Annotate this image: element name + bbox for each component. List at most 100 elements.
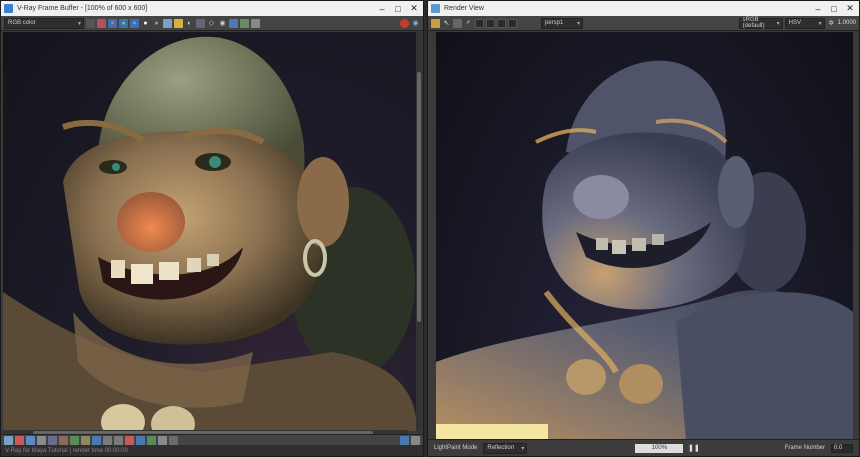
necklace-skull-shape: [619, 364, 663, 404]
ogre-render-lightpaint: [436, 60, 853, 441]
chevron-down-icon: ▾: [77, 20, 81, 27]
rv-titlebar: Render View – □ ✕: [428, 1, 859, 16]
exposure-gear-icon[interactable]: ✲: [827, 19, 836, 28]
vfb-render-image: [3, 32, 417, 431]
hue-saturation-icon[interactable]: [147, 435, 156, 445]
keep-image-icon[interactable]: [486, 18, 495, 28]
frame-number-label: Frame Number: [784, 445, 825, 451]
chevron-down-icon: ▾: [521, 445, 525, 452]
color-picker-icon[interactable]: [97, 18, 106, 28]
necklace-skull-shape: [566, 359, 606, 395]
face-shape: [542, 132, 746, 310]
white-circle-icon[interactable]: ●: [141, 19, 150, 28]
render-settings-icon[interactable]: [229, 18, 238, 28]
settings-icon[interactable]: [400, 435, 409, 445]
compare-icon[interactable]: [48, 435, 57, 445]
chevron-down-icon: ▾: [776, 20, 780, 27]
minimize-button[interactable]: –: [811, 2, 825, 15]
select-arrow-icon[interactable]: ↖: [442, 19, 451, 28]
track-mouse-icon[interactable]: [251, 18, 260, 28]
lens-effects-icon[interactable]: [240, 18, 249, 28]
ear-shape: [718, 156, 754, 228]
srgb-icon[interactable]: [103, 435, 112, 445]
tooth-shape: [187, 258, 201, 272]
lightpaint-select[interactable]: Reflection ▾: [483, 442, 528, 454]
camera-select-value: persp1: [545, 20, 564, 26]
magnify-icon[interactable]: ⌕: [464, 19, 473, 28]
ocio-icon[interactable]: [114, 435, 123, 445]
vfb-bottom-toolbar: [1, 434, 423, 445]
render-view-window: Render View – □ ✕ ↖ ⌕ persp1 ▾ sRGB (def…: [427, 0, 860, 457]
status-text: V-Ray for Maya Tutorial | render time 00…: [5, 447, 128, 454]
minimize-button[interactable]: –: [375, 2, 389, 15]
ab-compare-icon[interactable]: [92, 435, 101, 445]
close-button[interactable]: ✕: [843, 2, 857, 15]
green-channel-icon[interactable]: ●: [119, 18, 128, 28]
channel-select-value: RGB color: [8, 20, 36, 26]
region-render-icon[interactable]: ◇: [207, 19, 216, 28]
save-icon[interactable]: [163, 18, 172, 28]
lut-icon[interactable]: [15, 435, 24, 445]
vray-frame-buffer-window: V-Ray Frame Buffer - [100% of 600 x 600]…: [0, 0, 424, 457]
info-icon[interactable]: [411, 435, 420, 445]
scrollbar-thumb[interactable]: [417, 72, 421, 322]
curves-icon[interactable]: [81, 435, 90, 445]
vertical-scrollbar[interactable]: [416, 32, 422, 431]
pixel-info-icon[interactable]: [26, 435, 35, 445]
stamp-icon[interactable]: [169, 435, 178, 445]
background-image-icon[interactable]: [158, 435, 167, 445]
nose-shape: [117, 192, 185, 252]
maximize-button[interactable]: □: [827, 2, 841, 15]
maya-app-icon: [431, 4, 440, 13]
shoulder-pad-shape: [676, 292, 853, 441]
exposure-icon[interactable]: [59, 435, 68, 445]
blue-channel-icon[interactable]: ●: [130, 18, 139, 28]
mode-select[interactable]: HSV ▾: [784, 17, 825, 29]
right-iris-shape: [209, 156, 221, 168]
ogre-render-color: [3, 36, 417, 431]
rv-render-image: [436, 32, 853, 441]
history-icon[interactable]: [196, 18, 205, 28]
rv-bottom-bar: LightPaint Mode Reflection ▾ 100% ❚❚ Fra…: [428, 439, 859, 456]
white-balance-icon[interactable]: [136, 435, 145, 445]
pause-icon[interactable]: ❚❚: [688, 444, 700, 453]
render-teapot-icon[interactable]: ◉: [411, 19, 420, 28]
vfb-statusbar: V-Ray for Maya Tutorial | render time 00…: [1, 445, 423, 456]
zoom-icon[interactable]: [37, 435, 46, 445]
tooth-shape: [159, 262, 179, 280]
render-progress-bar: 100%: [635, 443, 684, 453]
red-channel-icon[interactable]: ●: [108, 18, 117, 28]
paint-brush-icon[interactable]: [431, 18, 440, 28]
color-correction-icon[interactable]: [125, 435, 134, 445]
camera-select[interactable]: persp1 ▾: [541, 17, 583, 29]
colorspace-select[interactable]: sRGB (default) ▾: [738, 17, 783, 29]
vfb-toolbar: RGB color ▾ ● ● ● ● ● ◐ ◇ ◉ ◉: [1, 16, 423, 31]
close-button[interactable]: ✕: [407, 2, 421, 15]
display-rgb-icon[interactable]: [508, 18, 517, 28]
remove-image-icon[interactable]: [497, 18, 506, 28]
lightpaint-select-value: Reflection: [487, 445, 515, 451]
open-folder-icon[interactable]: [174, 18, 183, 28]
save-image-icon[interactable]: [86, 18, 95, 28]
tooth-shape: [612, 240, 626, 254]
visibility-eye-icon[interactable]: ◉: [218, 19, 227, 28]
chevron-down-icon: ▾: [576, 20, 580, 27]
levels-icon[interactable]: [70, 435, 79, 445]
histogram-icon[interactable]: [4, 435, 13, 445]
frame-number-input[interactable]: 0.0: [831, 443, 853, 453]
tooth-shape: [632, 238, 646, 251]
channel-select[interactable]: RGB color ▾: [4, 17, 84, 29]
exposure-value[interactable]: 1.0000: [838, 20, 856, 26]
stop-render-icon[interactable]: [400, 18, 409, 28]
tooth-shape: [131, 264, 153, 284]
nose-shape: [573, 175, 629, 219]
render-region-icon[interactable]: [475, 18, 484, 28]
mode-select-value: HSV: [788, 20, 801, 26]
vfb-window-title: V-Ray Frame Buffer - [100% of 600 x 600]: [17, 5, 148, 12]
snapshot-icon[interactable]: [453, 18, 462, 28]
maximize-button[interactable]: □: [391, 2, 405, 15]
gray-circle-icon[interactable]: ●: [152, 19, 161, 28]
progress-text: 100%: [651, 445, 668, 451]
clear-image-icon[interactable]: ◐: [185, 19, 194, 28]
lightpaint-label: LightPaint Mode: [434, 445, 478, 451]
